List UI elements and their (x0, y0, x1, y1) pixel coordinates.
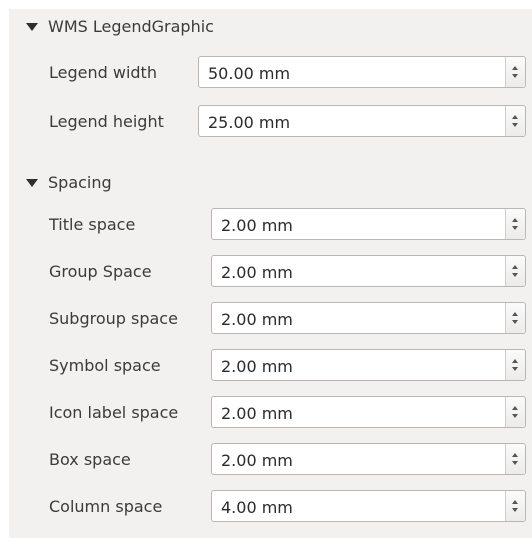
spin-up-icon[interactable] (512, 500, 518, 504)
field-label: Column space (49, 497, 163, 516)
spin-buttons[interactable] (505, 106, 525, 136)
icon-label-space-row: Icon label space 2.00 mm (0, 396, 532, 430)
field-label: Symbol space (49, 356, 161, 375)
spin-down-icon[interactable] (512, 461, 518, 465)
collapse-triangle-icon[interactable] (26, 22, 38, 31)
field-label: Legend height (49, 112, 164, 131)
field-label: Group Space (49, 262, 152, 281)
field-label: Legend width (49, 63, 157, 82)
spin-up-icon[interactable] (512, 312, 518, 316)
spin-down-icon[interactable] (512, 508, 518, 512)
spin-buttons[interactable] (505, 350, 525, 380)
spin-up-icon[interactable] (512, 359, 518, 363)
field-label: Title space (49, 215, 136, 234)
spin-down-icon[interactable] (512, 320, 518, 324)
field-label: Icon label space (49, 403, 179, 422)
spinbox-value[interactable]: 2.00 mm (221, 216, 293, 235)
column-space-spinbox[interactable]: 4.00 mm (211, 490, 526, 522)
spin-down-icon[interactable] (512, 74, 518, 78)
spinbox-value[interactable]: 2.00 mm (221, 263, 293, 282)
spin-up-icon[interactable] (512, 218, 518, 222)
spacing-header[interactable]: Spacing (26, 173, 112, 192)
subgroup-space-spinbox[interactable]: 2.00 mm (211, 302, 526, 334)
column-space-row: Column space 4.00 mm (0, 490, 532, 524)
spin-buttons[interactable] (505, 303, 525, 333)
icon-label-space-spinbox[interactable]: 2.00 mm (211, 396, 526, 428)
section-title: Spacing (48, 173, 112, 192)
field-label: Subgroup space (49, 309, 178, 328)
spinbox-value[interactable]: 2.00 mm (221, 404, 293, 423)
spinbox-value[interactable]: 4.00 mm (221, 498, 293, 517)
legend-width-spinbox[interactable]: 50.00 mm (198, 56, 526, 88)
box-space-row: Box space 2.00 mm (0, 443, 532, 477)
spin-up-icon[interactable] (512, 265, 518, 269)
spinbox-value[interactable]: 2.00 mm (221, 451, 293, 470)
legend-width-row: Legend width 50.00 mm (0, 56, 532, 90)
spin-up-icon[interactable] (512, 406, 518, 410)
symbol-space-spinbox[interactable]: 2.00 mm (211, 349, 526, 381)
spin-down-icon[interactable] (512, 273, 518, 277)
legend-height-row: Legend height 25.00 mm (0, 105, 532, 139)
subgroup-space-row: Subgroup space 2.00 mm (0, 302, 532, 336)
collapse-triangle-icon[interactable] (26, 178, 38, 187)
legend-height-spinbox[interactable]: 25.00 mm (198, 105, 526, 137)
group-space-spinbox[interactable]: 2.00 mm (211, 255, 526, 287)
spin-up-icon[interactable] (512, 453, 518, 457)
section-title: WMS LegendGraphic (48, 17, 214, 36)
box-space-spinbox[interactable]: 2.00 mm (211, 443, 526, 475)
spin-buttons[interactable] (505, 256, 525, 286)
title-space-spinbox[interactable]: 2.00 mm (211, 208, 526, 240)
spin-buttons[interactable] (505, 57, 525, 87)
symbol-space-row: Symbol space 2.00 mm (0, 349, 532, 383)
group-space-row: Group Space 2.00 mm (0, 255, 532, 289)
spin-down-icon[interactable] (512, 226, 518, 230)
spin-down-icon[interactable] (512, 123, 518, 127)
spin-buttons[interactable] (505, 209, 525, 239)
spin-down-icon[interactable] (512, 414, 518, 418)
spin-up-icon[interactable] (512, 66, 518, 70)
spin-buttons[interactable] (505, 444, 525, 474)
spin-down-icon[interactable] (512, 367, 518, 371)
spin-buttons[interactable] (505, 491, 525, 521)
spin-up-icon[interactable] (512, 115, 518, 119)
spinbox-value[interactable]: 2.00 mm (221, 310, 293, 329)
spinbox-value[interactable]: 2.00 mm (221, 357, 293, 376)
spin-buttons[interactable] (505, 397, 525, 427)
spinbox-value[interactable]: 25.00 mm (208, 113, 290, 132)
field-label: Box space (49, 450, 131, 469)
spinbox-value[interactable]: 50.00 mm (208, 64, 290, 83)
title-space-row: Title space 2.00 mm (0, 208, 532, 242)
wms-legendgraphic-header[interactable]: WMS LegendGraphic (26, 17, 214, 36)
